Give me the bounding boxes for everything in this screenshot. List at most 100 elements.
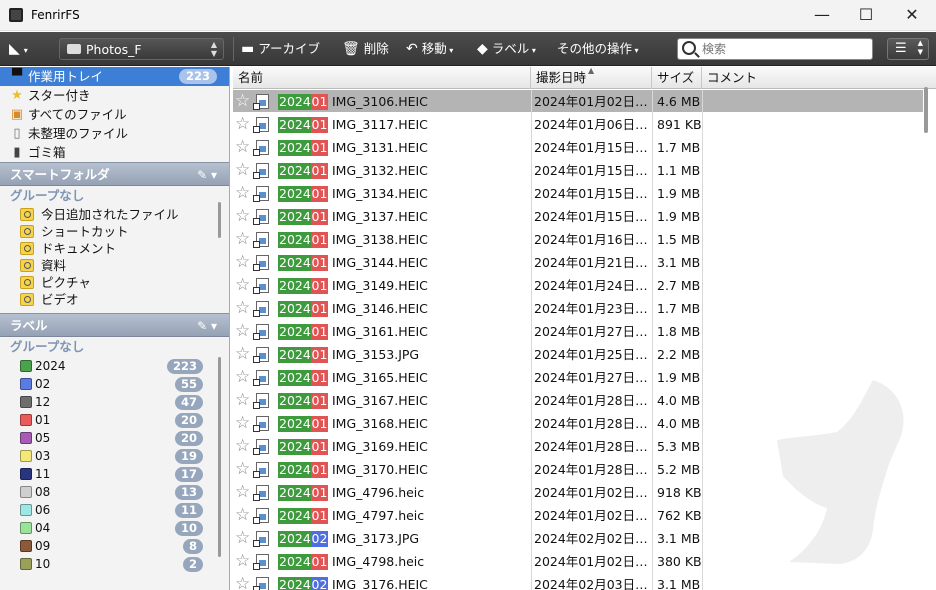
label-item[interactable]: 2024 223 xyxy=(0,357,229,375)
file-list-scrollbar[interactable] xyxy=(924,87,928,133)
label-item[interactable]: 09 8 xyxy=(0,537,229,555)
month-tag: 01 xyxy=(311,255,328,271)
file-name: IMG_4798.heic xyxy=(332,554,425,569)
label-item[interactable]: 05 20 xyxy=(0,429,229,447)
label-item[interactable]: 12 47 xyxy=(0,393,229,411)
move-button[interactable]: ↶ 移動 ▾ xyxy=(406,32,453,65)
column-divider xyxy=(652,159,653,182)
file-row[interactable]: ☆ 2024 01 IMG_3144.HEIC 2024年01月21日… 3.1 MB xyxy=(233,251,923,274)
disk-icon xyxy=(67,44,81,54)
file-row[interactable]: ☆ 2024 01 IMG_3132.HEIC 2024年01月15日… 1.1 MB xyxy=(233,159,923,182)
label-item[interactable]: 03 19 xyxy=(0,447,229,465)
label-item[interactable]: 06 11 xyxy=(0,501,229,519)
star-toggle-icon[interactable]: ☆ xyxy=(235,435,250,457)
label-name: 05 xyxy=(35,431,51,445)
star-toggle-icon[interactable]: ☆ xyxy=(235,205,250,227)
label-item[interactable]: 10 2 xyxy=(0,555,229,573)
delete-button[interactable]: 🗑 削除 xyxy=(342,32,389,65)
file-row[interactable]: ☆ 2024 01 IMG_3146.HEIC 2024年01月23日… 1.7 MB xyxy=(233,297,923,320)
edit-icon[interactable]: ✎ ▾ xyxy=(197,314,217,338)
file-row[interactable]: ☆ 2024 01 IMG_3153.JPG 2024年01月25日… 2.2 MB xyxy=(233,343,923,366)
star-toggle-icon[interactable]: ☆ xyxy=(235,251,250,273)
edit-icon[interactable]: ✎ ▾ xyxy=(197,163,217,187)
sidebar-nav-item[interactable]: ▣ すべてのファイル xyxy=(0,105,229,124)
column-size[interactable]: サイズ xyxy=(652,67,702,89)
year-tag: 2024 xyxy=(278,531,312,547)
label-item[interactable]: 04 10 xyxy=(0,519,229,537)
star-toggle-icon[interactable]: ☆ xyxy=(235,366,250,388)
shortcut-arrow-icon xyxy=(253,172,260,179)
star-toggle-icon[interactable]: ☆ xyxy=(235,550,250,572)
sidebar-nav-item[interactable]: ▮ ゴミ箱 xyxy=(0,143,229,162)
app-menu-button[interactable]: ◣ ▾ xyxy=(9,32,28,65)
label-color-swatch xyxy=(20,504,32,516)
column-name[interactable]: 名前 xyxy=(233,67,531,89)
star-toggle-icon[interactable]: ☆ xyxy=(235,159,250,181)
smart-folder-item[interactable]: ピクチャ xyxy=(0,274,229,291)
column-divider xyxy=(652,527,653,550)
tray-icon: ▀ xyxy=(12,69,22,84)
star-toggle-icon[interactable]: ☆ xyxy=(235,113,250,135)
sidebar-nav-item[interactable]: ▯ 未整理のファイル xyxy=(0,124,229,143)
star-toggle-icon[interactable]: ☆ xyxy=(235,90,250,112)
label-item[interactable]: 08 13 xyxy=(0,483,229,501)
label-button[interactable]: ◆ ラベル ▾ xyxy=(477,32,536,65)
star-toggle-icon[interactable]: ☆ xyxy=(235,274,250,296)
star-toggle-icon[interactable]: ☆ xyxy=(235,343,250,365)
file-row[interactable]: ☆ 2024 01 IMG_3106.HEIC 2024年01月02日… 4.6 MB xyxy=(233,90,923,113)
search-box[interactable] xyxy=(677,38,873,60)
maximize-button[interactable]: ☐ xyxy=(843,0,889,31)
close-button[interactable]: ✕ xyxy=(889,0,935,31)
label-item[interactable]: 01 20 xyxy=(0,411,229,429)
star-toggle-icon[interactable]: ☆ xyxy=(235,527,250,549)
search-input[interactable] xyxy=(702,41,867,57)
file-row[interactable]: ☆ 2024 01 IMG_3131.HEIC 2024年01月15日… 1.7 MB xyxy=(233,136,923,159)
month-tag: 01 xyxy=(311,117,328,133)
label-item[interactable]: 11 17 xyxy=(0,465,229,483)
smart-folder-item[interactable]: ドキュメント xyxy=(0,240,229,257)
file-row[interactable]: ☆ 2024 02 IMG_3176.HEIC 2024年02月03日… 3.1 MB xyxy=(233,573,923,590)
file-row[interactable]: ☆ 2024 01 IMG_3149.HEIC 2024年01月24日… 2.7 MB xyxy=(233,274,923,297)
file-name: IMG_3106.HEIC xyxy=(332,94,428,109)
star-toggle-icon[interactable]: ☆ xyxy=(235,297,250,319)
vault-selector[interactable]: Photos_F ▲ ▼ xyxy=(59,38,224,60)
shortcut-arrow-icon xyxy=(253,540,260,547)
star-toggle-icon[interactable]: ☆ xyxy=(235,504,250,526)
view-mode-button[interactable]: ☰ ▲ ▼ xyxy=(887,38,929,60)
file-row[interactable]: ☆ 2024 01 IMG_3161.HEIC 2024年01月27日… 1.8 MB xyxy=(233,320,923,343)
file-row[interactable]: ☆ 2024 01 IMG_3137.HEIC 2024年01月15日… 1.9 MB xyxy=(233,205,923,228)
year-tag: 2024 xyxy=(278,140,312,156)
other-actions-button[interactable]: その他の操作 ▾ xyxy=(557,32,639,65)
star-toggle-icon[interactable]: ☆ xyxy=(235,136,250,158)
label-scrollbar[interactable] xyxy=(218,357,221,557)
shortcut-arrow-icon xyxy=(253,241,260,248)
smart-folder-item[interactable]: 今日追加されたファイル xyxy=(0,206,229,223)
star-toggle-icon[interactable]: ☆ xyxy=(235,389,250,411)
star-toggle-icon[interactable]: ☆ xyxy=(235,481,250,503)
label-item[interactable]: 02 55 xyxy=(0,375,229,393)
sidebar-nav-item[interactable]: ★ スター付き xyxy=(0,86,229,105)
star-toggle-icon[interactable]: ☆ xyxy=(235,458,250,480)
file-name: IMG_3132.HEIC xyxy=(332,163,428,178)
sidebar-nav-item[interactable]: ▀ 作業用トレイ 223 xyxy=(0,67,229,86)
label-count-badge: 17 xyxy=(174,467,203,482)
label-section-header[interactable]: ラベル ✎ ▾ xyxy=(0,313,229,337)
archive-button[interactable]: ▬ アーカイブ xyxy=(241,32,320,65)
smart-folder-item[interactable]: ビデオ xyxy=(0,291,229,308)
star-toggle-icon[interactable]: ☆ xyxy=(235,320,250,342)
smart-folder-item[interactable]: 資料 xyxy=(0,257,229,274)
smart-folder-item[interactable]: ショートカット xyxy=(0,223,229,240)
column-comment[interactable]: コメント xyxy=(702,67,936,89)
minimize-button[interactable]: — xyxy=(799,0,845,31)
year-tag: 2024 xyxy=(278,370,312,386)
file-row[interactable]: ☆ 2024 01 IMG_3138.HEIC 2024年01月16日… 1.5 MB xyxy=(233,228,923,251)
file-row[interactable]: ☆ 2024 01 IMG_3117.HEIC 2024年01月06日… 891 KB xyxy=(233,113,923,136)
star-toggle-icon[interactable]: ☆ xyxy=(235,182,250,204)
star-toggle-icon[interactable]: ☆ xyxy=(235,573,250,590)
star-toggle-icon[interactable]: ☆ xyxy=(235,412,250,434)
star-toggle-icon[interactable]: ☆ xyxy=(235,228,250,250)
file-row[interactable]: ☆ 2024 01 IMG_3134.HEIC 2024年01月15日… 1.9 MB xyxy=(233,182,923,205)
smart-folder-header[interactable]: スマートフォルダ ✎ ▾ xyxy=(0,162,229,186)
label-count-badge: 223 xyxy=(166,359,203,374)
smart-scrollbar[interactable] xyxy=(218,202,221,238)
